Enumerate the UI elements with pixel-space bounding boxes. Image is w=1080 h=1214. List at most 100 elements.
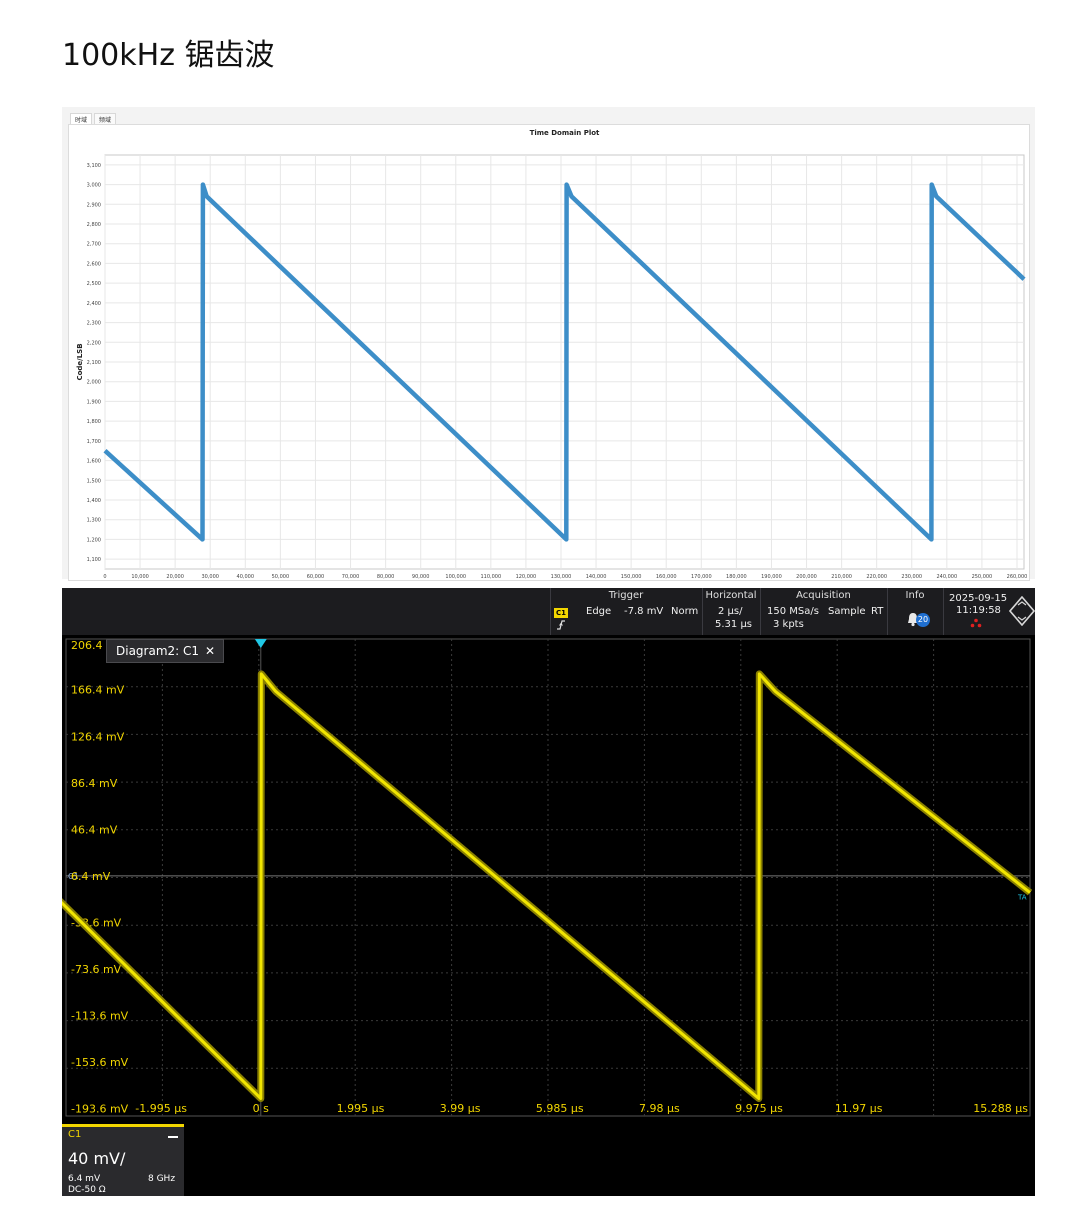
horizontal-panel[interactable]: Horizontal 2 µs/ 5.31 µs bbox=[702, 588, 760, 635]
x-tick-label: 220,000 bbox=[866, 574, 887, 580]
minimize-icon[interactable] bbox=[168, 1136, 178, 1138]
y-tick-label: -193.6 mV bbox=[71, 1103, 129, 1116]
trigger-channel-chip: C1 bbox=[554, 608, 569, 618]
oscilloscope-window: Trigger C1 Edge -7.8 mV Norm Horizontal … bbox=[62, 588, 1035, 1196]
x-tick-label: 11.97 µs bbox=[835, 1102, 883, 1115]
x-tick-label: 170,000 bbox=[691, 574, 712, 580]
x-tick-label: 90,000 bbox=[412, 574, 430, 580]
channel-coupling: DC-50 Ω bbox=[68, 1185, 106, 1195]
y-tick-label: 46.4 mV bbox=[71, 823, 118, 836]
x-tick-label: 30,000 bbox=[201, 574, 219, 580]
info-panel[interactable]: Info 20 bbox=[887, 588, 943, 635]
x-tick-label: 160,000 bbox=[656, 574, 677, 580]
x-tick-label: 50,000 bbox=[272, 574, 290, 580]
x-tick-label: 260,000 bbox=[1007, 574, 1028, 580]
trigger-level: -7.8 mV bbox=[624, 606, 664, 617]
acquisition-header: Acquisition bbox=[796, 590, 851, 601]
y-tick-label: 2,700 bbox=[87, 242, 101, 248]
acquisition-mode: Sample bbox=[828, 606, 866, 617]
y-tick-label: 2,000 bbox=[87, 380, 101, 386]
y-tick-label: 2,600 bbox=[87, 261, 101, 267]
record-length: 3 kpts bbox=[773, 619, 804, 630]
horizontal-header: Horizontal bbox=[705, 590, 757, 601]
x-tick-label: 180,000 bbox=[726, 574, 747, 580]
y-tick-label: 2,100 bbox=[87, 360, 101, 366]
channel-bandwidth: 8 GHz bbox=[148, 1174, 176, 1184]
y-tick-label: 1,900 bbox=[87, 399, 101, 405]
y-tick-label: -113.6 mV bbox=[71, 1009, 129, 1022]
x-tick-label: 210,000 bbox=[831, 574, 852, 580]
rising-edge-icon bbox=[557, 620, 565, 630]
y-tick-label: -153.6 mV bbox=[71, 1056, 129, 1069]
y-tick-label: 2,400 bbox=[87, 301, 101, 307]
y-tick-label: 3,100 bbox=[87, 163, 101, 169]
acquisition-rt: RT bbox=[871, 606, 884, 617]
x-tick-label: -1.995 µs bbox=[135, 1102, 187, 1115]
scope-channel-bar: C1 40 mV/ 6.4 mV 8 GHz DC-50 Ω bbox=[62, 1120, 1035, 1196]
close-icon[interactable]: ✕ bbox=[205, 644, 215, 658]
trigger-mode: Norm bbox=[671, 606, 699, 617]
y-tick-label: 6.4 mV bbox=[71, 870, 111, 883]
x-tick-label: 0 s bbox=[253, 1102, 269, 1115]
acquisition-panel[interactable]: Acquisition 150 MSa/s Sample RT 3 kpts bbox=[760, 588, 887, 635]
y-tick-label: 1,400 bbox=[87, 498, 101, 504]
x-tick-label: 110,000 bbox=[480, 574, 501, 580]
date: 2025-09-15 bbox=[949, 593, 1008, 604]
channel-c1-box[interactable]: C1 40 mV/ 6.4 mV 8 GHz DC-50 Ω bbox=[62, 1124, 184, 1196]
x-tick-label: 130,000 bbox=[551, 574, 572, 580]
y-tick-label: 1,300 bbox=[87, 518, 101, 524]
sample-rate: 150 MSa/s bbox=[767, 606, 819, 617]
x-tick-label: 5.985 µs bbox=[536, 1102, 584, 1115]
chart-title: Time Domain Plot bbox=[530, 129, 600, 137]
y-tick-label: 126.4 mV bbox=[71, 730, 125, 743]
diagram-tab[interactable]: Diagram2: C1 ✕ bbox=[106, 639, 225, 663]
x-tick-label: 190,000 bbox=[761, 574, 782, 580]
horizontal-position: 5.31 µs bbox=[715, 619, 753, 630]
x-tick-label: 120,000 bbox=[516, 574, 537, 580]
x-tick-label: 80,000 bbox=[377, 574, 395, 580]
scope-waveform-chart: C1TA206.4 mV166.4 mV126.4 mV86.4 mV46.4 … bbox=[62, 638, 1033, 1117]
x-tick-label: 140,000 bbox=[586, 574, 607, 580]
y-tick-label: 2,200 bbox=[87, 340, 101, 346]
trigger-panel[interactable]: Trigger C1 Edge -7.8 mV Norm bbox=[550, 588, 702, 635]
x-tick-label: 200,000 bbox=[796, 574, 817, 580]
x-tick-label: 1.995 µs bbox=[337, 1102, 385, 1115]
notification-count: 20 bbox=[916, 613, 930, 627]
rohde-schwarz-logo-icon bbox=[1009, 596, 1035, 626]
diagram-tab-label: Diagram2: C1 bbox=[116, 644, 200, 658]
y-tick-label: 2,500 bbox=[87, 281, 101, 287]
info-header: Info bbox=[905, 590, 925, 601]
x-tick-label: 7.98 µs bbox=[639, 1102, 680, 1115]
y-tick-label: 166.4 mV bbox=[71, 684, 125, 697]
scope-waveform-area[interactable]: C1 TA 206.4 mV 166.4 mV 126.4 mV 86.4 mV 46.4 … bbox=[62, 635, 1035, 1120]
x-tick-label: 0 bbox=[103, 574, 106, 580]
trigger-header: Trigger bbox=[608, 590, 644, 601]
y-tick-label: 86.4 mV bbox=[71, 777, 118, 790]
trigger-type: Edge bbox=[586, 606, 612, 617]
x-tick-label: 20,000 bbox=[166, 574, 184, 580]
horizontal-scale: 2 µs/ bbox=[718, 606, 743, 617]
datetime-panel: 2025-09-15 11:19:58 bbox=[943, 588, 1035, 635]
y-tick-label: 1,200 bbox=[87, 537, 101, 543]
x-tick-label: 3.99 µs bbox=[440, 1102, 481, 1115]
y-tick-label: 2,900 bbox=[87, 202, 101, 208]
x-tick-label: 10,000 bbox=[131, 574, 149, 580]
x-tick-label: 100,000 bbox=[445, 574, 466, 580]
y-tick-label: 1,500 bbox=[87, 478, 101, 484]
vertical-scale: 40 mV/ bbox=[68, 1149, 126, 1168]
y-tick-label: 1,600 bbox=[87, 459, 101, 465]
channel-name: C1 bbox=[68, 1129, 82, 1140]
y-tick-label: 1,800 bbox=[87, 419, 101, 425]
y-tick-label: -73.6 mV bbox=[71, 963, 122, 976]
y-axis-label: Code/LSB bbox=[76, 343, 84, 380]
y-tick-label: 1,100 bbox=[87, 557, 101, 563]
time-domain-chart: 0 10,000 20,000 30,000 40,000 50,000 60,000 70,… bbox=[76, 129, 1028, 580]
channel-offset: 6.4 mV bbox=[68, 1174, 101, 1184]
x-tick-label: 150,000 bbox=[621, 574, 642, 580]
time: 11:19:58 bbox=[956, 605, 1001, 616]
x-tick-label: 40,000 bbox=[237, 574, 255, 580]
y-tick-label: 1,700 bbox=[87, 439, 101, 445]
x-tick-label: 70,000 bbox=[342, 574, 360, 580]
time-domain-plot-window: 时域 频域 0 10,000 20,000 30,000 40,000 50,000 60,0… bbox=[62, 107, 1035, 581]
x-tick-label: 9.975 µs bbox=[735, 1102, 783, 1115]
